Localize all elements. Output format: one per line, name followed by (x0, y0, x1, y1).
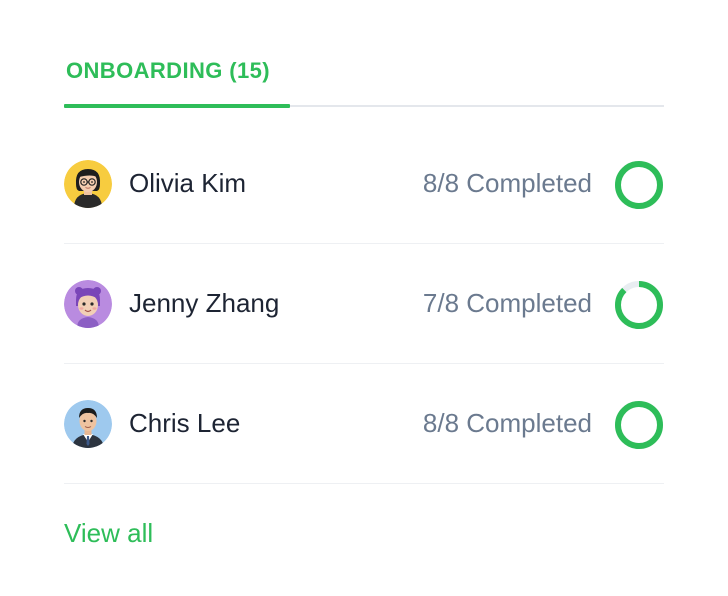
memoji-avatar-icon (64, 280, 112, 328)
list-item[interactable]: Olivia Kim 8/8 Completed (64, 124, 664, 244)
man-suit-avatar-icon (64, 400, 112, 448)
tab-label: ONBOARDING (15) (66, 58, 271, 83)
onboarding-list: Olivia Kim 8/8 Completed Jenny Zhang 7/8… (64, 124, 664, 484)
woman-glasses-avatar-icon (64, 160, 112, 208)
active-tab-indicator (64, 104, 290, 108)
list-item[interactable]: Jenny Zhang 7/8 Completed (64, 244, 664, 364)
completion-status: 7/8 Completed (422, 288, 592, 318)
progress-ring-icon (615, 281, 663, 329)
person-name: Chris Lee (129, 408, 241, 438)
progress-ring-icon (615, 401, 663, 449)
person-name: Olivia Kim (129, 168, 247, 198)
person-name: Jenny Zhang (129, 288, 280, 318)
tab-onboarding[interactable]: ONBOARDING (15) (64, 48, 290, 110)
completion-status: 8/8 Completed (422, 408, 592, 438)
tab-bar: ONBOARDING (15) (64, 48, 664, 110)
list-item[interactable]: Chris Lee 8/8 Completed (64, 364, 664, 484)
progress-ring-icon (615, 161, 663, 209)
completion-status: 8/8 Completed (422, 168, 592, 198)
onboarding-card: ONBOARDING (15) Olivia Kim 8/8 Completed… (0, 0, 728, 596)
view-all-link[interactable]: View all (64, 518, 153, 549)
